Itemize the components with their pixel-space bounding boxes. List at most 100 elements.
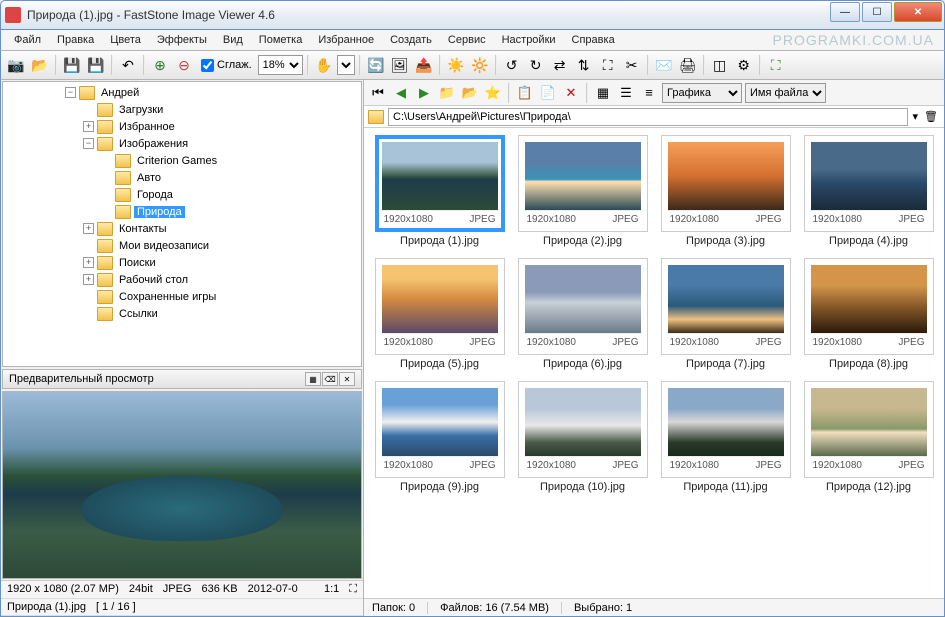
thumbnail-frame[interactable]: 1920x1080JPEG xyxy=(519,259,647,354)
thumbnail-cell[interactable]: 1920x1080JPEG Природа (3).jpg xyxy=(658,136,793,251)
trash-icon[interactable]: 🗑 xyxy=(922,108,940,126)
tree-node[interactable]: Criterion Games xyxy=(101,152,359,169)
print-icon[interactable]: 🖨 xyxy=(677,54,699,76)
close-button[interactable]: ✕ xyxy=(894,2,942,22)
filter-select[interactable]: Графика xyxy=(662,83,742,103)
thumbnail-frame[interactable]: 1920x1080JPEG xyxy=(519,136,647,231)
preview-close-icon[interactable]: ✕ xyxy=(339,372,355,386)
preview-histogram-icon[interactable]: ▦ xyxy=(305,372,321,386)
smooth-checkbox[interactable]: Сглаж. xyxy=(197,59,256,72)
thumbnail-cell[interactable]: 1920x1080JPEG Природа (11).jpg xyxy=(658,382,793,497)
menu-tools[interactable]: Сервис xyxy=(441,32,493,48)
hand-select[interactable] xyxy=(337,55,355,75)
favorite-icon[interactable]: ⭐ xyxy=(483,83,503,103)
path-input[interactable] xyxy=(388,108,908,126)
tree-node[interactable]: Сохраненные игры xyxy=(83,288,359,305)
view-list-icon[interactable]: ☰ xyxy=(616,83,636,103)
thumbnail-frame[interactable]: 1920x1080JPEG xyxy=(376,382,504,477)
thumbnail-frame[interactable]: 1920x1080JPEG xyxy=(662,259,790,354)
zoom-in-icon[interactable]: ⊕ xyxy=(149,54,171,76)
thumbnail-frame[interactable]: 1920x1080JPEG xyxy=(376,136,504,231)
convert-icon[interactable]: 🔄 xyxy=(365,54,387,76)
nav-fwd-icon[interactable]: ▶ xyxy=(414,83,434,103)
save-as-icon[interactable]: 💾 xyxy=(85,54,107,76)
sun-icon[interactable]: ☀️ xyxy=(445,54,467,76)
move-icon[interactable]: 📄 xyxy=(538,83,558,103)
tree-node[interactable]: +Избранное xyxy=(83,118,359,135)
tree-node[interactable]: Мои видеозаписи xyxy=(83,237,359,254)
thumbnail-cell[interactable]: 1920x1080JPEG Природа (12).jpg xyxy=(801,382,936,497)
status-expand-icon[interactable]: ⛶ xyxy=(349,583,357,596)
save-icon[interactable]: 💾 xyxy=(61,54,83,76)
smooth-check-input[interactable] xyxy=(201,59,214,72)
menu-effects[interactable]: Эффекты xyxy=(150,32,214,48)
nav-first-icon[interactable]: ⏮ xyxy=(368,83,388,103)
flip-v-icon[interactable]: ⇅ xyxy=(573,54,595,76)
menu-edit[interactable]: Правка xyxy=(50,32,101,48)
view-details-icon[interactable]: ≡ xyxy=(639,83,659,103)
folder-icon[interactable]: 📁 xyxy=(437,83,457,103)
folder-open-icon[interactable]: 📂 xyxy=(29,54,51,76)
tree-node[interactable]: −Изображения xyxy=(83,135,359,152)
thumbnail-cell[interactable]: 1920x1080JPEG Природа (10).jpg xyxy=(515,382,650,497)
new-folder-icon[interactable]: 📂 xyxy=(460,83,480,103)
sort-select[interactable]: Имя файла xyxy=(745,83,826,103)
thumbnail-frame[interactable]: 1920x1080JPEG xyxy=(805,136,933,231)
thumbnail-area[interactable]: 1920x1080JPEG Природа (1).jpg 1920x1080J… xyxy=(364,128,944,598)
sun2-icon[interactable]: 🔆 xyxy=(469,54,491,76)
minimize-button[interactable]: — xyxy=(830,2,860,22)
camera-icon[interactable]: 📷 xyxy=(5,54,27,76)
zoom-out-icon[interactable]: ⊖ xyxy=(173,54,195,76)
fullscreen-icon[interactable]: ⛶ xyxy=(765,54,787,76)
maximize-button[interactable]: ☐ xyxy=(862,2,892,22)
tree-node[interactable]: +Контакты xyxy=(83,220,359,237)
tree-node[interactable]: Авто xyxy=(101,169,359,186)
menu-file[interactable]: Файл xyxy=(7,32,48,48)
settings-icon[interactable]: ⚙ xyxy=(733,54,755,76)
tree-node[interactable]: Города xyxy=(101,186,359,203)
thumbnail-frame[interactable]: 1920x1080JPEG xyxy=(519,382,647,477)
thumbnail-frame[interactable]: 1920x1080JPEG xyxy=(805,382,933,477)
tree-node[interactable]: Ссылки xyxy=(83,305,359,322)
nav-back-icon[interactable]: ◀ xyxy=(391,83,411,103)
path-dropdown-icon[interactable]: ▾ xyxy=(912,110,918,123)
thumbnail-cell[interactable]: 1920x1080JPEG Природа (4).jpg xyxy=(801,136,936,251)
tree-node[interactable]: Загрузки xyxy=(83,101,359,118)
thumbnail-cell[interactable]: 1920x1080JPEG Природа (6).jpg xyxy=(515,259,650,374)
copy-icon[interactable]: 📋 xyxy=(515,83,535,103)
rotate-right-icon[interactable]: ↻ xyxy=(525,54,547,76)
thumbnail-cell[interactable]: 1920x1080JPEG Природа (9).jpg xyxy=(372,382,507,497)
compare-icon[interactable]: ◫ xyxy=(709,54,731,76)
thumbnail-cell[interactable]: 1920x1080JPEG Природа (7).jpg xyxy=(658,259,793,374)
rotate-left-icon[interactable]: ↺ xyxy=(501,54,523,76)
mail-icon[interactable]: ✉️ xyxy=(653,54,675,76)
menu-tag[interactable]: Пометка xyxy=(252,32,310,48)
thumbnail-frame[interactable]: 1920x1080JPEG xyxy=(662,382,790,477)
export-icon[interactable]: 📤 xyxy=(413,54,435,76)
tree-node[interactable]: +Поиски xyxy=(83,254,359,271)
tree-node[interactable]: +Рабочий стол xyxy=(83,271,359,288)
hand-icon[interactable]: ✋ xyxy=(313,54,335,76)
menu-favorites[interactable]: Избранное xyxy=(311,32,381,48)
undo-icon[interactable]: ↶ xyxy=(117,54,139,76)
folder-tree[interactable]: −АндрейЗагрузки+Избранное−ИзображенияCri… xyxy=(2,81,362,367)
crop-icon[interactable]: ✂ xyxy=(621,54,643,76)
tree-root-node[interactable]: −Андрей xyxy=(5,84,359,101)
thumbnail-frame[interactable]: 1920x1080JPEG xyxy=(805,259,933,354)
convert2-icon[interactable]: 🖼 xyxy=(389,54,411,76)
thumbnail-cell[interactable]: 1920x1080JPEG Природа (8).jpg xyxy=(801,259,936,374)
tree-node[interactable]: Природа xyxy=(101,203,359,220)
delete-icon[interactable]: ✕ xyxy=(561,83,581,103)
thumbnail-frame[interactable]: 1920x1080JPEG xyxy=(376,259,504,354)
thumbnail-cell[interactable]: 1920x1080JPEG Природа (5).jpg xyxy=(372,259,507,374)
menu-create[interactable]: Создать xyxy=(383,32,439,48)
menu-view[interactable]: Вид xyxy=(216,32,250,48)
menu-colors[interactable]: Цвета xyxy=(103,32,148,48)
thumbnail-frame[interactable]: 1920x1080JPEG xyxy=(662,136,790,231)
flip-h-icon[interactable]: ⇄ xyxy=(549,54,571,76)
preview-erase-icon[interactable]: ⌫ xyxy=(322,372,338,386)
view-thumbs-icon[interactable]: ▦ xyxy=(593,83,613,103)
menu-help[interactable]: Справка xyxy=(565,32,622,48)
thumbnail-cell[interactable]: 1920x1080JPEG Природа (2).jpg xyxy=(515,136,650,251)
thumbnail-cell[interactable]: 1920x1080JPEG Природа (1).jpg xyxy=(372,136,507,251)
